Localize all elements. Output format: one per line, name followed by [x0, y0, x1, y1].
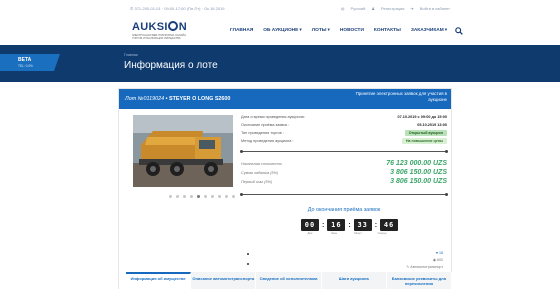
login-link[interactable]: Войти в кабинет: [420, 6, 450, 11]
chevron-down-icon: ▾: [327, 28, 330, 33]
chevron-down-icon: ▾: [299, 28, 302, 33]
views-count: ◉ 600: [432, 258, 443, 262]
carousel-dot[interactable]: [197, 195, 200, 198]
search-icon[interactable]: [455, 27, 463, 35]
lot-tabs: Информация об имуществе Описание автомот…: [126, 272, 453, 289]
contact-info: ✆ 371-200-01-01 · 09:00-17:00 (Пн-Пт) · …: [130, 6, 225, 11]
nav-about[interactable]: ОБ АУКЦИОНЕ▾: [263, 28, 301, 33]
application-end-row: Окончание приёма заявок :05.10.2019 13:0…: [241, 123, 447, 127]
auction-method-row: Метод проведения аукциона : На повышение …: [241, 138, 447, 146]
status-badge: Открытый аукцион: [404, 130, 447, 136]
divider-slider: [240, 150, 448, 153]
site-header: AUKSI N ЭЛЕКТРОННАЯ ВЕБ-ПЛАТФОРМА ОНЛАЙН …: [0, 17, 560, 45]
countdown-title: До окончания приёма заявок: [307, 207, 381, 213]
auction-type-row: Тип проведения торгов : Открытый аукцион: [241, 130, 447, 138]
beta-label: BETA: [18, 57, 32, 63]
carousel-dot[interactable]: [232, 195, 235, 198]
carousel-dots: [169, 195, 235, 198]
divider-slider: [240, 193, 448, 196]
truck-image: [133, 115, 233, 187]
lot-title: Лот №0119024 • STEYER O LONG S2600: [125, 96, 231, 102]
beta-sublabel: TEL: 0.0%: [18, 64, 33, 68]
carousel-dot[interactable]: [204, 195, 207, 198]
carousel-dot[interactable]: [190, 195, 193, 198]
first-step-row: Первый шаг (5%) 3 806 150.00 UZS: [241, 178, 447, 185]
nav-customers[interactable]: ЗАКАЗЧИКАМ▾: [411, 28, 447, 33]
bullet-icon: [247, 253, 249, 255]
bullet-icon: [247, 263, 249, 265]
topbar-right: ◍ Русский ♟ Регистрация ➜ Войти в кабине…: [341, 6, 450, 11]
carousel-dot[interactable]: [225, 195, 228, 198]
tab-auction-steps[interactable]: Шаги аукциона: [321, 272, 387, 289]
beta-ribbon: BETA TEL: 0.0%: [0, 54, 60, 71]
nav-lots[interactable]: ЛОТЫ▾: [312, 28, 330, 33]
timer-days: 00: [301, 219, 319, 231]
register-link[interactable]: Регистрация: [381, 6, 404, 11]
chevron-down-icon: ▾: [444, 28, 448, 33]
breadcrumb[interactable]: Главная: [124, 53, 138, 57]
page-hero: Главная Информация о лоте: [0, 45, 560, 82]
lot-card: Лот №0119024 • STEYER O LONG S2600 Приня…: [118, 88, 452, 289]
status-badge: На повышение цены: [401, 138, 447, 144]
main-nav: ГЛАВНАЯ ОБ АУКЦИОНЕ▾ ЛОТЫ▾ НОВОСТИ КОНТА…: [230, 28, 447, 33]
auction-date-row: Дата и время проведения аукциона: 07.10.2…: [241, 115, 447, 119]
language-select[interactable]: Русский: [351, 6, 366, 11]
countdown-timer: До окончания приёма заявок 00: 16: 33: 4…: [241, 207, 447, 247]
deposit-row: Сумма задатка (5%) 3 806 150.00 UZS: [241, 169, 447, 176]
tab-property-info[interactable]: Информация об имуществе: [126, 272, 192, 289]
tab-bank-details[interactable]: Банковские реквизиты для перечисления: [386, 272, 453, 289]
timer-digits: 00: 16: 33: 46: [301, 219, 399, 231]
likes-count[interactable]: ♥ 18: [436, 251, 443, 255]
carousel-dot[interactable]: [169, 195, 172, 198]
page-root: { "topbar": { "contacts": "✆ 371-200-01-…: [0, 0, 560, 289]
top-utility-bar: ✆ 371-200-01-01 · 09:00-17:00 (Пн-Пт) · …: [0, 0, 560, 17]
tab-executors[interactable]: Сведение об исполнителями: [256, 272, 322, 289]
page-title: Информация о лоте: [124, 60, 218, 71]
carousel-dot[interactable]: [183, 195, 186, 198]
nav-home[interactable]: ГЛАВНАЯ: [230, 28, 253, 33]
logo-subtitle: ЭЛЕКТРОННАЯ ВЕБ-ПЛАТФОРМА ОНЛАЙН ТОРГОВ …: [132, 34, 187, 40]
lot-status: Принятие электронных заявок для участия …: [355, 91, 447, 102]
timer-seconds: 46: [380, 219, 399, 231]
site-logo[interactable]: AUKSI N ЭЛЕКТРОННАЯ ВЕБ-ПЛАТФОРМА ОНЛАЙН …: [132, 21, 187, 43]
globe-icon: ◍: [341, 6, 345, 11]
lot-card-header: Лот №0119024 • STEYER O LONG S2600 Приня…: [119, 89, 451, 109]
tab-vehicle-description[interactable]: Описание автомототранспорта: [191, 272, 257, 289]
nav-news[interactable]: НОВОСТИ: [340, 28, 364, 33]
logo-text: AUKSI N: [132, 21, 187, 33]
nav-contacts[interactable]: КОНТАКТЫ: [374, 28, 401, 33]
carousel-dot[interactable]: [176, 195, 179, 198]
lot-photo[interactable]: [133, 115, 233, 187]
logo-ring-icon: [168, 21, 179, 31]
category-link[interactable]: ✎ Автомототранспорт: [406, 265, 443, 269]
timer-hours: 16: [327, 219, 346, 231]
login-icon: ➜: [410, 6, 414, 11]
timer-minutes: 33: [353, 219, 372, 231]
user-icon: ♟: [371, 6, 375, 11]
timer-labels: Дни Часы Минут Секунд: [307, 232, 387, 235]
carousel-dot[interactable]: [211, 195, 214, 198]
carousel-dot[interactable]: [218, 195, 221, 198]
starting-price-row: Начальная стоимость 76 123 000.00 UZS: [241, 160, 447, 167]
